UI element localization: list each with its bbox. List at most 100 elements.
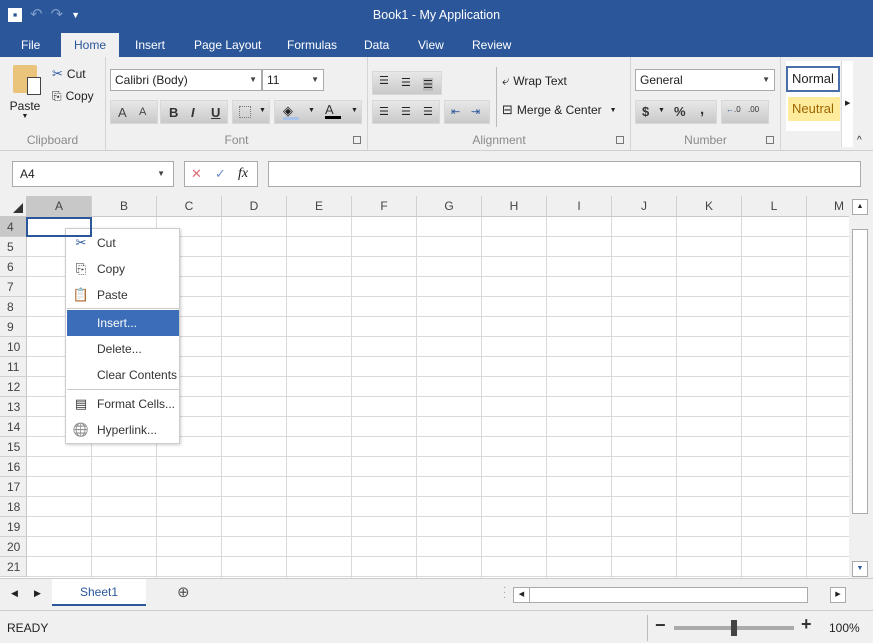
paste-button[interactable]: Paste ▼ xyxy=(6,63,44,125)
row-header-16[interactable]: 16 xyxy=(0,457,27,477)
style-normal[interactable]: Normal xyxy=(786,66,840,92)
align-middle-icon[interactable]: ☰ xyxy=(401,76,411,89)
context-menu-item-format-cells[interactable]: ▤ Format Cells... xyxy=(67,391,179,417)
fill-color-button[interactable]: ◈ xyxy=(283,103,299,120)
context-menu-item-hyperlink[interactable]: 🌐 Hyperlink... xyxy=(67,417,179,443)
insert-function-icon[interactable]: fx xyxy=(238,166,248,182)
comma-button[interactable]: , xyxy=(700,101,704,118)
currency-button[interactable]: $ xyxy=(642,104,649,119)
row-header-14[interactable]: 14 xyxy=(0,417,27,437)
row-header-7[interactable]: 7 xyxy=(0,277,27,297)
name-box[interactable]: A4 ▼ xyxy=(12,161,174,187)
zoom-slider[interactable] xyxy=(674,620,794,636)
cancel-icon[interactable]: ✕ xyxy=(191,166,202,182)
column-header-a[interactable]: A xyxy=(27,196,92,217)
row-header-20[interactable]: 20 xyxy=(0,537,27,557)
style-neutral[interactable]: Neutral xyxy=(788,97,840,121)
column-header-h[interactable]: H xyxy=(482,196,547,217)
scroll-thumb[interactable] xyxy=(852,229,868,514)
row-header-6[interactable]: 6 xyxy=(0,257,27,277)
column-header-d[interactable]: D xyxy=(222,196,287,217)
chevron-down-icon[interactable]: ▼ xyxy=(308,107,315,114)
column-header-f[interactable]: F xyxy=(352,196,417,217)
add-sheet-icon[interactable]: ⊕ xyxy=(177,583,190,601)
column-header-c[interactable]: C xyxy=(157,196,222,217)
paste-dropdown-icon[interactable]: ▼ xyxy=(6,113,44,120)
row-header-13[interactable]: 13 xyxy=(0,397,27,417)
scroll-up-button[interactable]: ▲ xyxy=(852,199,868,215)
selected-cell[interactable] xyxy=(26,217,92,237)
horizontal-scrollbar[interactable]: ◀ xyxy=(513,587,808,603)
row-header-8[interactable]: 8 xyxy=(0,297,27,317)
row-header-19[interactable]: 19 xyxy=(0,517,27,537)
column-header-k[interactable]: K xyxy=(677,196,742,217)
number-format-combo[interactable]: General ▼ xyxy=(635,69,775,91)
scroll-down-button[interactable]: ▼ xyxy=(852,561,868,577)
context-menu-item-delete[interactable]: Delete... xyxy=(67,336,179,362)
cut-button[interactable]: ✂ Cut xyxy=(52,65,86,83)
context-menu-item-insert[interactable]: Insert... xyxy=(67,310,179,336)
column-header-m[interactable]: M xyxy=(807,196,849,217)
collapse-ribbon-icon[interactable]: ^ xyxy=(857,135,862,146)
context-menu-item-paste[interactable]: 📋 Paste xyxy=(67,282,179,308)
increase-decimal-button[interactable]: ←.0 xyxy=(726,105,741,114)
zoom-in-button[interactable]: + xyxy=(801,614,812,635)
row-header-10[interactable]: 10 xyxy=(0,337,27,357)
tab-review[interactable]: Review xyxy=(462,33,521,57)
tab-view[interactable]: View xyxy=(408,33,454,57)
tab-page-layout[interactable]: Page Layout xyxy=(184,33,271,57)
font-color-button[interactable]: A xyxy=(325,102,341,119)
zoom-slider-thumb[interactable] xyxy=(731,620,737,636)
formula-input[interactable] xyxy=(268,161,861,187)
row-header-18[interactable]: 18 xyxy=(0,497,27,517)
tab-insert[interactable]: Insert xyxy=(125,33,175,57)
vertical-scrollbar[interactable]: ▲ ▼ xyxy=(849,196,873,578)
scroll-left-button[interactable]: ◀ xyxy=(514,588,530,602)
increase-indent-icon[interactable]: ⇥ xyxy=(471,105,480,118)
wrap-text-button[interactable]: ⤶ Wrap Text xyxy=(502,73,567,89)
context-menu-item-copy[interactable]: ⎘ Copy xyxy=(67,256,179,282)
column-header-j[interactable]: J xyxy=(612,196,677,217)
decrease-indent-icon[interactable]: ⇤ xyxy=(451,105,460,118)
bold-button[interactable]: B xyxy=(169,105,178,120)
chevron-down-icon[interactable]: ▼ xyxy=(351,107,358,114)
row-header-21[interactable]: 21 xyxy=(0,557,27,577)
scroll-right-button[interactable]: ▶ xyxy=(830,587,846,603)
next-sheet-icon[interactable]: ▶ xyxy=(34,588,41,599)
tab-file[interactable]: File xyxy=(11,33,50,57)
zoom-out-button[interactable]: − xyxy=(655,615,666,636)
row-header-12[interactable]: 12 xyxy=(0,377,27,397)
context-menu-item-clear-contents[interactable]: Clear Contents xyxy=(67,362,179,388)
tab-home[interactable]: Home xyxy=(61,33,119,57)
tab-data[interactable]: Data xyxy=(354,33,399,57)
underline-button[interactable]: U xyxy=(211,105,220,120)
font-name-combo[interactable]: Calibri (Body) ▼ xyxy=(110,69,262,91)
align-bottom-icon[interactable]: ☰ xyxy=(423,78,433,91)
copy-button[interactable]: ⎘ Copy xyxy=(52,87,94,105)
decrease-decimal-button[interactable]: .00 xyxy=(748,105,759,114)
font-size-combo[interactable]: 11 ▼ xyxy=(262,69,324,91)
increase-font-button[interactable]: A xyxy=(118,105,127,120)
row-header-9[interactable]: 9 xyxy=(0,317,27,337)
row-header-17[interactable]: 17 xyxy=(0,477,27,497)
row-header-5[interactable]: 5 xyxy=(0,237,27,257)
align-left-icon[interactable]: ☰ xyxy=(379,105,389,118)
borders-button[interactable]: ▼ xyxy=(232,100,270,124)
decrease-font-button[interactable]: A xyxy=(139,106,146,118)
percent-button[interactable]: % xyxy=(674,104,686,119)
column-header-g[interactable]: G xyxy=(417,196,482,217)
italic-button[interactable]: I xyxy=(191,105,195,120)
styles-scroll[interactable]: ▶ xyxy=(841,61,853,147)
column-header-e[interactable]: E xyxy=(287,196,352,217)
row-header-15[interactable]: 15 xyxy=(0,437,27,457)
chevron-down-icon[interactable]: ▼ xyxy=(658,107,665,114)
sheet-tab-sheet1[interactable]: Sheet1 xyxy=(52,579,146,606)
column-header-l[interactable]: L xyxy=(742,196,807,217)
row-header-4[interactable]: 4 xyxy=(0,217,27,237)
align-center-icon[interactable]: ☰ xyxy=(401,105,411,118)
merge-center-button[interactable]: ⊟ Merge & Center ▼ xyxy=(502,102,617,118)
tab-formulas[interactable]: Formulas xyxy=(277,33,347,57)
column-header-b[interactable]: B xyxy=(92,196,157,217)
prev-sheet-icon[interactable]: ◀ xyxy=(11,588,18,599)
align-right-icon[interactable]: ☰ xyxy=(423,105,433,118)
